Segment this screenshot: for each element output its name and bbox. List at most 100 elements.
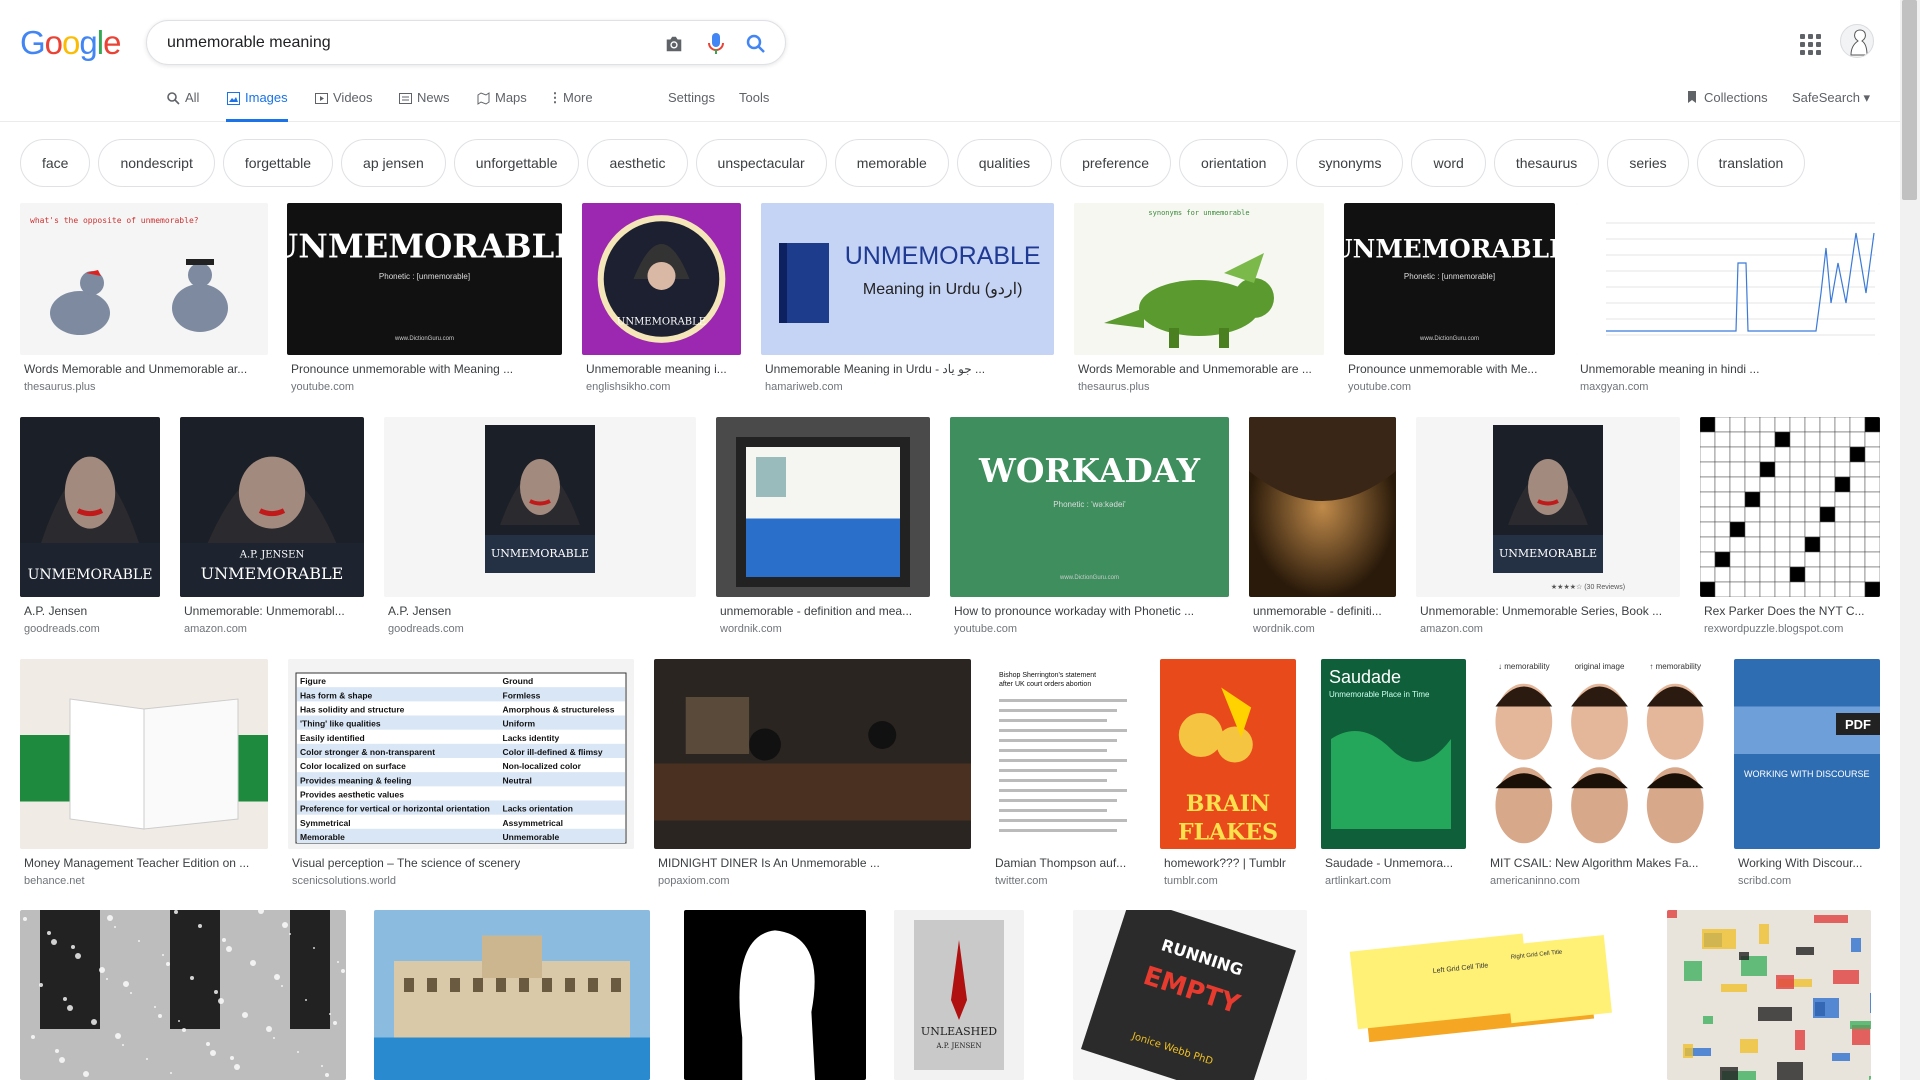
result-thumbnail[interactable]: ↓ memorability original image ↑ memorabili… (1486, 659, 1713, 849)
chip-preference[interactable]: preference (1060, 139, 1172, 187)
result-thumbnail[interactable]: RUNNING EMPTY Jonice Webb PhD (1073, 910, 1307, 1080)
result-title[interactable]: How to pronounce workaday with Phonetic … (954, 604, 1194, 618)
result-title[interactable]: Unmemorable meaning i... (586, 362, 727, 376)
svg-text:Lacks identity: Lacks identity (503, 733, 560, 743)
result-thumbnail[interactable]: UNMEMORABLE (582, 203, 741, 355)
result-title[interactable]: MIT CSAIL: New Algorithm Makes Fa... (1490, 856, 1699, 870)
result-title[interactable]: Pronounce unmemorable with Meaning ... (291, 362, 513, 376)
chip-word[interactable]: word (1411, 139, 1486, 187)
chip-series[interactable]: series (1607, 139, 1689, 187)
result-thumbnail[interactable] (684, 910, 866, 1080)
chip-memorable[interactable]: memorable (834, 139, 949, 187)
result-source: thesaurus.plus (1078, 381, 1150, 393)
chip-translation[interactable]: translation (1696, 139, 1806, 187)
chip-face[interactable]: face (20, 139, 91, 187)
result-thumbnail[interactable]: UNMEMORABLE Phonetic : [unmemorable] www.D… (1344, 203, 1555, 355)
tab-news[interactable]: News (398, 90, 450, 122)
result-title[interactable]: Unmemorable Meaning in Urdu - جو یاد ... (765, 362, 985, 376)
result-thumbnail[interactable]: synonyms for unmemorable (1074, 203, 1324, 355)
result-thumbnail[interactable] (1249, 417, 1396, 597)
tab-images[interactable]: Images (226, 90, 288, 122)
result-thumbnail[interactable]: WORKADAY Phonetic : 'wə:kədei' www.Diction… (950, 417, 1229, 597)
result-thumbnail[interactable] (1576, 203, 1880, 355)
result-title[interactable]: Damian Thompson auf... (995, 856, 1126, 870)
svg-text:Non-localized color: Non-localized color (503, 761, 582, 771)
page: Google All Images Videos (0, 0, 1920, 1080)
result-thumbnail[interactable]: UNMEMORABLE (20, 417, 160, 597)
chip-qualities[interactable]: qualities (956, 139, 1053, 187)
result-title[interactable]: Money Management Teacher Edition on ... (24, 856, 249, 870)
result-title[interactable]: Words Memorable and Unmemorable ar... (24, 362, 247, 376)
camera-icon[interactable] (661, 31, 687, 57)
result-title[interactable]: A.P. Jensen (24, 604, 87, 618)
chip-forgettable[interactable]: forgettable (222, 139, 334, 187)
chip-nondescript[interactable]: nondescript (98, 139, 215, 187)
result-source: amazon.com (184, 623, 247, 635)
result-thumbnail[interactable]: Left Grid Cell Title Right Grid Cell Titl… (1325, 910, 1641, 1080)
apps-grid-icon[interactable] (1794, 28, 1822, 56)
result-title[interactable]: Rex Parker Does the NYT C... (1704, 604, 1865, 618)
safesearch-toggle[interactable]: SafeSearch ▾ (1792, 90, 1870, 106)
chip-synonyms[interactable]: synonyms (1296, 139, 1404, 187)
result-title[interactable]: Unmemorable: Unmemorabl... (184, 604, 345, 618)
chip-ap-jensen[interactable]: ap jensen (341, 139, 446, 187)
result-title[interactable]: Unmemorable: Unmemorable Series, Book ..… (1420, 604, 1662, 618)
result-title[interactable]: Visual perception – The science of scene… (292, 856, 520, 870)
result-title[interactable]: unmemorable - definition and mea... (720, 604, 912, 618)
svg-text:Formless: Formless (503, 690, 541, 700)
google-logo[interactable]: Google (20, 24, 121, 61)
result-thumbnail[interactable] (1667, 910, 1871, 1080)
result-title[interactable]: Saudade - Unmemora... (1325, 856, 1453, 870)
microphone-icon[interactable] (703, 31, 729, 57)
result-thumbnail[interactable] (374, 910, 650, 1080)
tab-all[interactable]: All (166, 90, 199, 122)
result-thumbnail[interactable] (1700, 417, 1880, 597)
result-title[interactable]: MIDNIGHT DINER Is An Unmemorable ... (658, 856, 880, 870)
result-thumbnail[interactable]: UNMEMORABLE Phonetic : [unmemorable] www.D… (287, 203, 562, 355)
result-title[interactable]: Words Memorable and Unmemorable are ... (1078, 362, 1312, 376)
tab-videos[interactable]: Videos (314, 90, 373, 122)
svg-text:UNMEMORABLE: UNMEMORABLE (845, 242, 1041, 270)
result-title[interactable]: Working With Discour... (1738, 856, 1862, 870)
result-source: amazon.com (1420, 623, 1483, 635)
chip-orientation[interactable]: orientation (1179, 139, 1289, 187)
svg-text:Meaning in Urdu (اردو): Meaning in Urdu (اردو) (863, 281, 1023, 298)
result-thumbnail[interactable]: Figure Ground Has form & shape Formless Has … (288, 659, 634, 849)
chip-thesaurus[interactable]: thesaurus (1493, 139, 1600, 187)
chip-unforgettable[interactable]: unforgettable (453, 139, 580, 187)
chip-aesthetic[interactable]: aesthetic (587, 139, 688, 187)
result-thumbnail[interactable] (20, 910, 346, 1080)
result-thumbnail[interactable] (716, 417, 930, 597)
result-title[interactable]: unmemorable - definiti... (1253, 604, 1382, 618)
result-title[interactable]: Unmemorable meaning in hindi ... (1580, 362, 1759, 376)
result-thumbnail[interactable]: BRAIN FLAKES (1160, 659, 1296, 849)
settings-link[interactable]: Settings (668, 90, 715, 105)
chip-unspectacular[interactable]: unspectacular (695, 139, 827, 187)
svg-text:BRAIN: BRAIN (1186, 791, 1270, 817)
result-thumbnail[interactable] (654, 659, 971, 849)
account-avatar[interactable] (1840, 24, 1874, 58)
result-thumbnail[interactable]: UNLEASHED A.P. JENSEN (894, 910, 1024, 1080)
result-thumbnail[interactable]: what's the opposite of unmemorable? (20, 203, 268, 355)
result-thumbnail[interactable] (20, 659, 268, 849)
search-input[interactable] (167, 31, 637, 55)
tab-maps[interactable]: Maps (476, 90, 527, 122)
result-title[interactable]: A.P. Jensen (388, 604, 451, 618)
result-thumbnail[interactable]: Saudade Unmemorable Place in Time (1321, 659, 1466, 849)
result-thumbnail[interactable]: PDF WORKING WITH DISCOURSE (1734, 659, 1880, 849)
tab-more[interactable]: ⋮ More (549, 90, 593, 122)
tools-link[interactable]: Tools (739, 90, 769, 105)
result-thumbnail[interactable]: UNMEMORABLE ★★★★☆ (30 Reviews) (1416, 417, 1680, 597)
logo-letter: g (79, 24, 97, 61)
image-icon (226, 91, 240, 105)
search-icon[interactable] (743, 31, 769, 57)
collections-link[interactable]: Collections (1686, 90, 1768, 107)
result-title[interactable]: homework??? | Tumblr (1164, 856, 1286, 870)
result-thumbnail[interactable]: UNMEMORABLE (384, 417, 696, 597)
result-thumbnail[interactable]: UNMEMORABLE A.P. JENSEN (180, 417, 364, 597)
result-thumbnail[interactable]: UNMEMORABLE Meaning in Urdu (اردو) (761, 203, 1054, 355)
scrollbar-thumb[interactable] (1902, 0, 1917, 200)
result-title[interactable]: Pronounce unmemorable with Me... (1348, 362, 1537, 376)
result-thumbnail[interactable]: Bishop Sherrington's statement after UK … (991, 659, 1135, 849)
svg-text:original image: original image (1575, 662, 1625, 671)
